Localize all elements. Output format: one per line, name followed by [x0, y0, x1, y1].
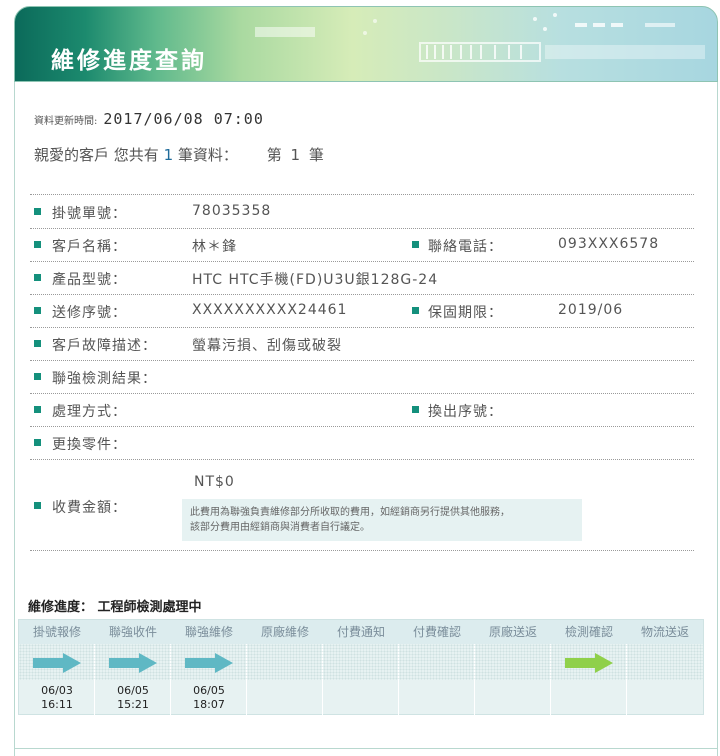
row-fault: 客戶故障描述： 螢幕污損、刮傷或破裂 — [30, 328, 694, 361]
page-title: 維修進度查詢 — [51, 47, 207, 74]
row-model: 產品型號： HTC HTC手機(FD)U3U銀128G-24 — [30, 262, 694, 295]
row-customer: 客戶名稱： 林＊鋒 聯絡電話： 093XXX6578 — [30, 229, 694, 262]
progress-step-label: 聯強維修 — [171, 620, 247, 644]
model-label: 產品型號： — [52, 272, 127, 288]
greeting-suffix: 筆資料： — [177, 146, 238, 164]
ticket-no-label: 掛號單號： — [52, 206, 127, 222]
progress-label: 維修進度： — [28, 600, 94, 615]
progress-step-label: 檢測確認 — [551, 620, 627, 644]
record-index-suffix: 筆 — [308, 146, 324, 164]
divider — [30, 550, 694, 551]
progress-step: 掛號報修 06/03 16:11 — [19, 620, 95, 716]
progress-step-track — [475, 644, 551, 680]
progress-step-timestamp: 06/05 15:21 — [95, 684, 171, 712]
progress-step-date: 06/05 — [193, 684, 225, 697]
arrow-right-icon — [109, 653, 157, 673]
bullet-icon — [412, 241, 419, 248]
bullet-icon — [34, 208, 41, 215]
progress-steps: 掛號報修 06/03 16:11 聯強收件 06/05 15:21 聯強維修 06/05 18:… — [18, 619, 704, 716]
customer-name-label: 客戶名稱： — [52, 239, 127, 255]
update-time-label: 資料更新時間: — [34, 116, 98, 127]
bullet-icon — [34, 274, 41, 281]
serial-value: XXXXXXXXXX24461 — [192, 302, 348, 318]
divider — [30, 194, 694, 195]
divider — [14, 748, 718, 749]
progress-step: 聯強維修 06/05 18:07 — [171, 620, 247, 716]
progress-step-track — [399, 644, 475, 680]
customer-name-value: 林＊鋒 — [192, 239, 237, 255]
update-time-row: 資料更新時間: 2017/06/08 07:00 — [34, 110, 264, 128]
greeting-row: 親愛的客戶 您共有 1 筆資料： 第 1 筆 — [34, 144, 324, 165]
progress-step-track — [323, 644, 399, 680]
model-value: HTC HTC手機(FD)U3U銀128G-24 — [192, 272, 439, 288]
bullet-icon — [412, 307, 419, 314]
row-parts: 更換零件： — [30, 427, 694, 460]
progress-step: 付費通知 — [323, 620, 399, 716]
progress-heading: 維修進度： 工程師檢測處理中 — [28, 596, 202, 615]
progress-step-label: 付費通知 — [323, 620, 399, 644]
progress-step: 原廠維修 — [247, 620, 323, 716]
phone-value: 093XXX6578 — [558, 236, 660, 252]
progress-step-date: 06/03 — [41, 684, 73, 697]
record-count: 1 — [163, 146, 174, 164]
ticket-no-value: 78035358 — [192, 203, 272, 219]
serial-label: 送修序號： — [52, 305, 127, 321]
progress-step-label: 物流送返 — [627, 620, 703, 644]
fault-label: 客戶故障描述： — [52, 338, 157, 354]
update-time-value: 2017/06/08 07:00 — [103, 110, 264, 128]
header-banner: 維修進度查詢 — [14, 6, 718, 82]
record-index: 1 — [290, 146, 301, 164]
progress-step-time: 18:07 — [193, 698, 225, 711]
progress-step: 物流送返 — [627, 620, 703, 716]
progress-step-label: 原廠送返 — [475, 620, 551, 644]
progress-step-time: 16:11 — [41, 698, 73, 711]
arrow-right-icon — [185, 653, 233, 673]
bullet-icon — [412, 406, 419, 413]
progress-step-label: 掛號報修 — [19, 620, 95, 644]
fee-note-line1: 此費用為聯強負責維修部分所收取的費用，如經銷商另行提供其他服務， — [190, 507, 510, 518]
progress-step-label: 付費確認 — [399, 620, 475, 644]
progress-step-timestamp: 06/05 18:07 — [171, 684, 247, 712]
progress-step-time: 15:21 — [117, 698, 149, 711]
parts-label: 更換零件： — [52, 437, 127, 453]
bullet-icon — [34, 439, 41, 446]
progress-step: 原廠送返 — [475, 620, 551, 716]
progress-step-date: 06/05 — [117, 684, 149, 697]
progress-step-label: 聯強收件 — [95, 620, 171, 644]
record-index-prefix: 第 — [266, 146, 282, 164]
progress-step: 聯強收件 06/05 15:21 — [95, 620, 171, 716]
fee-value: NT$0 — [194, 474, 235, 490]
progress-status: 工程師檢測處理中 — [97, 600, 202, 615]
bullet-icon — [34, 340, 41, 347]
warranty-value: 2019/06 — [558, 302, 624, 318]
progress-step-track — [247, 644, 323, 680]
bullet-icon — [34, 373, 41, 380]
bullet-icon — [34, 406, 41, 413]
progress-step: 檢測確認 — [551, 620, 627, 716]
bullet-icon — [34, 502, 41, 509]
row-result: 聯強檢測結果： — [30, 361, 694, 394]
arrow-right-icon — [565, 653, 613, 673]
progress-step-timestamp: 06/03 16:11 — [19, 684, 95, 712]
phone-label: 聯絡電話： — [428, 239, 503, 255]
progress-step-label: 原廠維修 — [247, 620, 323, 644]
row-handling: 處理方式： 換出序號： — [30, 394, 694, 427]
divider — [30, 459, 694, 460]
fee-note: 此費用為聯強負責維修部分所收取的費用，如經銷商另行提供其他服務， 該部分費用由經… — [182, 499, 582, 541]
warranty-label: 保固期限： — [428, 305, 503, 321]
fault-value: 螢幕污損、刮傷或破裂 — [192, 338, 342, 354]
result-label: 聯強檢測結果： — [52, 371, 157, 387]
row-ticket-no: 掛號單號： 78035358 — [30, 196, 694, 229]
row-serial: 送修序號： XXXXXXXXXX24461 保固期限： 2019/06 — [30, 295, 694, 328]
progress-step-track — [627, 644, 703, 680]
bullet-icon — [34, 307, 41, 314]
progress-step: 付費確認 — [399, 620, 475, 716]
greeting-prefix: 親愛的客戶 您共有 — [34, 146, 159, 164]
arrow-right-icon — [33, 653, 81, 673]
fee-label: 收費金額： — [52, 500, 127, 516]
handling-label: 處理方式： — [52, 404, 127, 420]
fee-note-line2: 該部分費用由經銷商與消費者自行議定。 — [190, 522, 370, 533]
bullet-icon — [34, 241, 41, 248]
exchange-serial-label: 換出序號： — [428, 404, 503, 420]
